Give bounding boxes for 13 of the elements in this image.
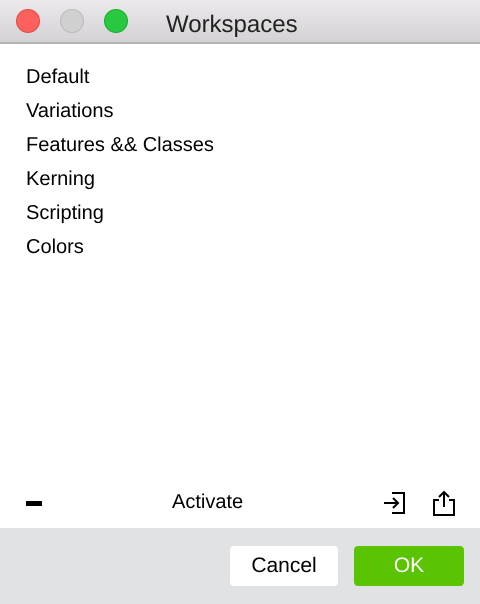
workspace-item[interactable]: Features && Classes [26,128,214,162]
close-button[interactable] [16,9,40,33]
activate-button[interactable]: Activate [172,489,244,515]
workspace-item[interactable]: Scripting [26,196,104,230]
workspace-item[interactable]: Default [26,60,90,94]
import-icon[interactable] [382,491,406,515]
cancel-button[interactable]: Cancel [230,546,338,586]
remove-icon[interactable] [26,500,42,506]
workspace-item[interactable]: Kerning [26,162,95,196]
workspace-item[interactable]: Colors [26,230,84,264]
window-title: Workspaces [166,10,298,40]
share-icon[interactable] [432,490,456,516]
workspace-item[interactable]: Variations [26,94,114,128]
